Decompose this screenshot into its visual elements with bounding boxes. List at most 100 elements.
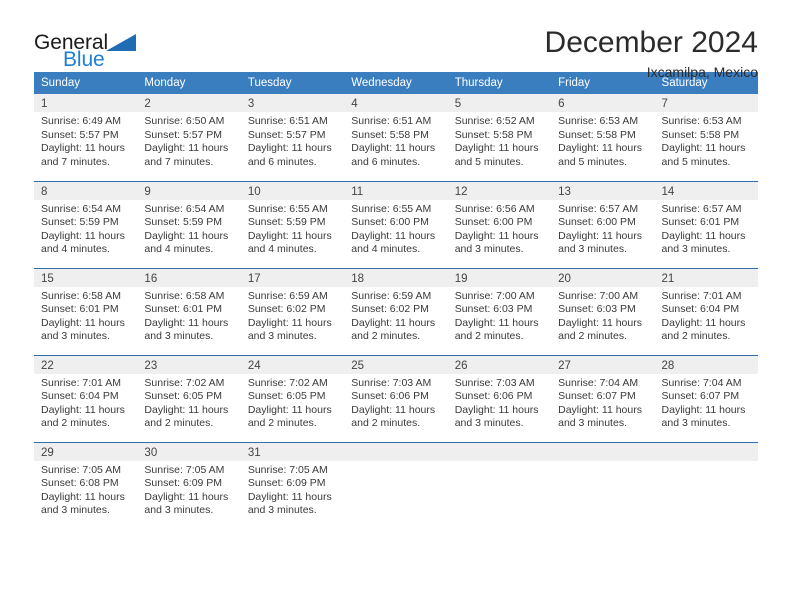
day-number: 4 <box>344 94 448 112</box>
day-info: Sunrise: 6:53 AM Sunset: 5:58 PM Daylight:… <box>551 112 654 169</box>
sunrise-text: Sunrise: 7:04 AM <box>661 376 742 389</box>
calendar-day-cell[interactable]: 16 Sunrise: 6:58 AM Sunset: 6:01 PM Dayligh… <box>137 267 241 355</box>
calendar-day-cell[interactable]: 7 Sunrise: 6:53 AM Sunset: 5:58 PM Daylight… <box>654 94 758 181</box>
sunrise-text: Sunrise: 6:53 AM <box>558 115 639 127</box>
day-info: Sunrise: 7:02 AM Sunset: 6:05 PM Daylight:… <box>241 374 344 431</box>
day-info: Sunrise: 6:50 AM Sunset: 5:57 PM Daylight:… <box>137 112 240 169</box>
daylight-text-line1: Daylight: 11 hours <box>351 142 436 155</box>
day-info: Sunrise: 7:00 AM Sunset: 6:03 PM Daylight:… <box>551 287 654 344</box>
calendar-day-cell[interactable]: 28 Sunrise: 7:04 AM Sunset: 6:07 PM Dayligh… <box>654 354 758 442</box>
sunset-text: Sunset: 5:58 PM <box>351 128 429 141</box>
day-number: 23 <box>137 355 241 374</box>
calendar-wrapper: Sunday Monday Tuesday Wednesday Thursday… <box>0 72 792 529</box>
calendar-day-cell[interactable]: 25 Sunrise: 7:03 AM Sunset: 6:06 PM Dayligh… <box>344 354 448 442</box>
calendar-day-cell[interactable]: 3 Sunrise: 6:51 AM Sunset: 5:57 PM Daylight… <box>240 94 345 181</box>
sunset-text: Sunset: 6:01 PM <box>41 303 119 316</box>
sunrise-text: Sunrise: 7:01 AM <box>41 376 121 389</box>
day-info: Sunrise: 6:53 AM Sunset: 5:58 PM Daylight:… <box>655 112 758 169</box>
calendar-day-cell[interactable]: 13 Sunrise: 6:57 AM Sunset: 6:00 PM Dayligh… <box>551 180 655 268</box>
calendar-day-cell[interactable]: 22 Sunrise: 7:01 AM Sunset: 6:04 PM Dayligh… <box>34 354 138 442</box>
day-number: 7 <box>654 94 758 112</box>
weekday-header-wednesday: Wednesday <box>344 72 448 94</box>
day-number: 17 <box>240 268 345 287</box>
sunrise-text: Sunrise: 7:05 AM <box>247 463 328 476</box>
day-info: Sunrise: 6:52 AM Sunset: 5:58 PM Daylight:… <box>448 112 551 169</box>
day-info: Sunrise: 6:54 AM Sunset: 5:59 PM Daylight:… <box>34 200 137 257</box>
calendar-day-cell[interactable]: 18 Sunrise: 6:59 AM Sunset: 6:02 PM Dayligh… <box>344 267 448 355</box>
sunset-text: Sunset: 5:57 PM <box>247 128 326 141</box>
daylight-text-line1: Daylight: 11 hours <box>41 403 125 416</box>
calendar-day-cell[interactable]: 29 Sunrise: 7:05 AM Sunset: 6:08 PM Dayligh… <box>34 441 138 529</box>
calendar-day-cell[interactable]: 14 Sunrise: 6:57 AM Sunset: 6:01 PM Dayligh… <box>654 180 758 268</box>
calendar-day-cell[interactable]: 20 Sunrise: 7:00 AM Sunset: 6:03 PM Dayligh… <box>551 267 655 355</box>
daylight-text-line2: and 2 minutes. <box>558 330 627 343</box>
calendar-day-cell[interactable]: 23 Sunrise: 7:02 AM Sunset: 6:05 PM Dayligh… <box>137 354 241 442</box>
day-info: Sunrise: 7:02 AM Sunset: 6:05 PM Daylight:… <box>137 374 240 431</box>
calendar-day-cell[interactable]: 5 Sunrise: 6:52 AM Sunset: 5:58 PM Daylight… <box>447 94 552 181</box>
calendar-day-cell[interactable]: 4 Sunrise: 6:51 AM Sunset: 5:58 PM Daylight… <box>344 94 448 181</box>
page-subtitle: Ixcamilpa, Mexico <box>646 64 758 80</box>
calendar-day-cell[interactable]: 9 Sunrise: 6:54 AM Sunset: 5:59 PM Daylight… <box>137 180 241 268</box>
day-info: Sunrise: 7:05 AM Sunset: 6:08 PM Daylight:… <box>34 461 137 518</box>
daylight-text-line1: Daylight: 11 hours <box>454 142 539 155</box>
day-number <box>447 442 552 461</box>
daylight-text-line1: Daylight: 11 hours <box>144 316 229 329</box>
sunrise-text: Sunrise: 6:58 AM <box>41 289 121 302</box>
calendar-day-cell[interactable]: 15 Sunrise: 6:58 AM Sunset: 6:01 PM Dayligh… <box>34 267 138 355</box>
sunrise-text: Sunrise: 6:51 AM <box>351 115 432 127</box>
calendar-day-cell[interactable]: 21 Sunrise: 7:01 AM Sunset: 6:04 PM Dayligh… <box>654 267 758 355</box>
daylight-text-line2: and 3 minutes. <box>41 330 110 343</box>
calendar-day-cell[interactable]: 1 Sunrise: 6:49 AM Sunset: 5:57 PM Daylight… <box>34 94 138 181</box>
daylight-text-line2: and 3 minutes. <box>144 504 214 517</box>
daylight-text-line1: Daylight: 11 hours <box>144 142 229 155</box>
daylight-text-line2: and 2 minutes. <box>454 330 524 343</box>
sunset-text: Sunset: 5:59 PM <box>144 216 223 229</box>
sunset-text: Sunset: 5:57 PM <box>41 128 119 141</box>
sunset-text: Sunset: 6:00 PM <box>454 216 533 229</box>
weekday-header-thursday: Thursday <box>447 72 552 94</box>
calendar-day-cell[interactable]: 31 Sunrise: 7:05 AM Sunset: 6:09 PM Dayligh… <box>240 441 345 529</box>
daylight-text-line1: Daylight: 11 hours <box>558 403 642 416</box>
sunrise-text: Sunrise: 7:00 AM <box>454 289 535 302</box>
day-number: 9 <box>137 181 241 200</box>
calendar-day-cell[interactable]: 2 Sunrise: 6:50 AM Sunset: 5:57 PM Daylight… <box>137 94 241 181</box>
calendar-table: Sunday Monday Tuesday Wednesday Thursday… <box>34 72 758 529</box>
calendar-day-cell[interactable]: 11 Sunrise: 6:55 AM Sunset: 6:00 PM Dayligh… <box>344 180 448 268</box>
calendar-day-cell[interactable]: 6 Sunrise: 6:53 AM Sunset: 5:58 PM Daylight… <box>551 94 655 181</box>
calendar-day-cell[interactable]: 19 Sunrise: 7:00 AM Sunset: 6:03 PM Dayligh… <box>447 267 552 355</box>
daylight-text-line1: Daylight: 11 hours <box>351 229 436 242</box>
calendar-day-cell[interactable]: 12 Sunrise: 6:56 AM Sunset: 6:00 PM Dayligh… <box>447 180 552 268</box>
calendar-week-row: 15 Sunrise: 6:58 AM Sunset: 6:01 PM Dayligh… <box>34 267 758 355</box>
calendar-day-cell[interactable]: 8 Sunrise: 6:54 AM Sunset: 5:59 PM Daylight… <box>34 180 138 268</box>
calendar-day-cell[interactable]: 26 Sunrise: 7:03 AM Sunset: 6:06 PM Dayligh… <box>447 354 552 442</box>
day-number: 2 <box>137 94 241 112</box>
daylight-text-line1: Daylight: 11 hours <box>41 490 125 503</box>
general-blue-logo: General Blue <box>34 32 137 70</box>
daylight-text-line1: Daylight: 11 hours <box>558 316 642 329</box>
calendar-day-cell[interactable]: 10 Sunrise: 6:55 AM Sunset: 5:59 PM Dayligh… <box>240 180 345 268</box>
calendar-day-cell[interactable]: 24 Sunrise: 7:02 AM Sunset: 6:05 PM Dayligh… <box>240 354 345 442</box>
daylight-text-line2: and 5 minutes. <box>558 155 627 168</box>
day-number: 26 <box>447 355 552 374</box>
calendar-day-cell[interactable]: 17 Sunrise: 6:59 AM Sunset: 6:02 PM Dayligh… <box>240 267 345 355</box>
day-number: 31 <box>240 442 345 461</box>
calendar-day-cell[interactable]: 27 Sunrise: 7:04 AM Sunset: 6:07 PM Dayligh… <box>551 354 655 442</box>
daylight-text-line2: and 2 minutes. <box>661 330 731 343</box>
day-info: Sunrise: 7:04 AM Sunset: 6:07 PM Daylight:… <box>655 374 758 431</box>
calendar-week-row: 22 Sunrise: 7:01 AM Sunset: 6:04 PM Dayligh… <box>34 354 758 442</box>
sunrise-text: Sunrise: 6:56 AM <box>454 202 535 215</box>
day-number: 13 <box>551 181 655 200</box>
daylight-text-line2: and 7 minutes. <box>144 155 214 168</box>
sunset-text: Sunset: 6:09 PM <box>144 477 223 490</box>
daylight-text-line1: Daylight: 11 hours <box>247 490 332 503</box>
sunrise-text: Sunrise: 6:51 AM <box>247 115 328 127</box>
sunset-text: Sunset: 6:02 PM <box>351 303 429 316</box>
calendar-day-cell[interactable]: 30 Sunrise: 7:05 AM Sunset: 6:09 PM Dayligh… <box>137 441 241 529</box>
sunset-text: Sunset: 5:59 PM <box>247 216 326 229</box>
day-number: 27 <box>551 355 655 374</box>
daylight-text-line1: Daylight: 11 hours <box>661 142 746 155</box>
sunrise-text: Sunrise: 7:00 AM <box>558 289 639 302</box>
day-number <box>344 442 448 461</box>
sunrise-text: Sunrise: 7:02 AM <box>247 376 328 389</box>
sunrise-text: Sunrise: 6:55 AM <box>247 202 328 215</box>
